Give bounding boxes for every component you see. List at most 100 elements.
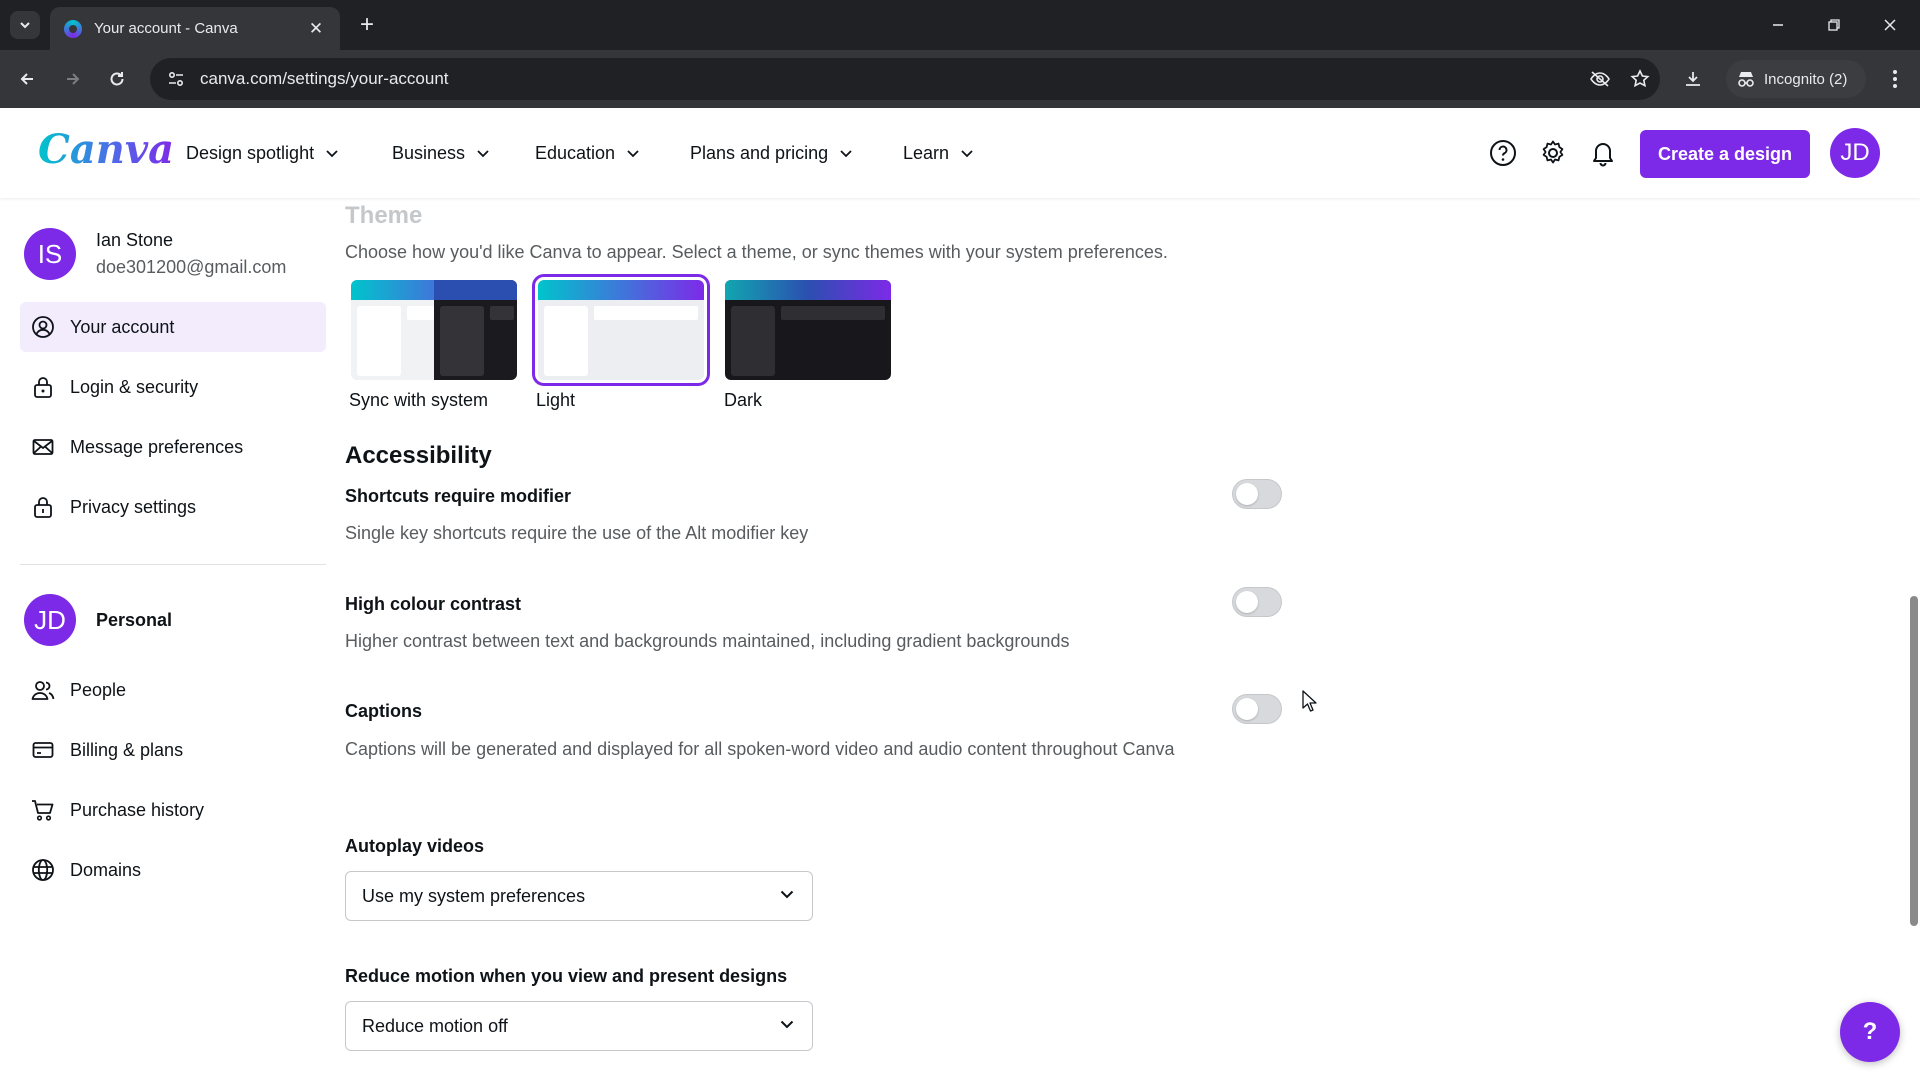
sidebar-item-label: Message preferences	[70, 436, 244, 457]
header-avatar[interactable]: JD	[1830, 128, 1880, 178]
sidebar-item-message-preferences[interactable]: Message preferences	[20, 422, 326, 472]
shortcuts-modifier-toggle[interactable]	[1232, 479, 1282, 509]
user-profile: IS Ian Stone doe301200@gmail.com	[24, 228, 286, 280]
download-button[interactable]	[1678, 64, 1708, 94]
nav-design-spotlight[interactable]: Design spotlight	[186, 138, 340, 168]
user-avatar: IS	[24, 228, 76, 280]
chevron-down-icon	[475, 145, 491, 161]
browser-tab-bar: Your account - Canva ✕ +	[0, 0, 1920, 50]
canva-favicon-icon	[64, 19, 82, 38]
lock-icon	[30, 374, 56, 400]
setting-title-reduce-motion: Reduce motion when you view and present …	[345, 966, 788, 986]
user-circle-icon	[30, 314, 56, 340]
sidebar-divider	[20, 564, 326, 565]
nav-label: Business	[392, 142, 466, 163]
setting-title-shortcuts: Shortcuts require modifier	[345, 486, 572, 506]
team-switcher[interactable]: JD Personal	[24, 594, 172, 646]
privacy-lock-icon	[30, 494, 56, 520]
restore-icon	[1828, 19, 1840, 31]
reduce-motion-select-value: Reduce motion off	[362, 1015, 508, 1036]
nav-business[interactable]: Business	[392, 138, 491, 168]
eye-off-icon[interactable]	[1580, 58, 1620, 100]
accessibility-heading: Accessibility	[345, 442, 492, 469]
theme-option-dark[interactable]	[725, 280, 891, 380]
captions-toggle[interactable]	[1232, 694, 1282, 724]
minimize-button[interactable]	[1758, 10, 1798, 40]
restore-button[interactable]	[1814, 10, 1854, 40]
site-header: Canva Design spotlight Business Educatio…	[0, 108, 1920, 198]
chevron-down-icon	[625, 145, 641, 161]
sidebar-item-label: Login & security	[70, 376, 199, 397]
create-design-button[interactable]: Create a design	[1640, 130, 1810, 178]
tab-search-button[interactable]	[10, 11, 40, 39]
reload-button[interactable]	[102, 64, 132, 94]
bell-icon[interactable]	[1585, 135, 1621, 171]
browser-tab[interactable]: Your account - Canva ✕	[50, 7, 340, 50]
tab-close-icon[interactable]: ✕	[306, 19, 326, 39]
theme-option-light[interactable]	[532, 274, 710, 386]
settings-gear-icon[interactable]	[1535, 135, 1571, 171]
nav-education[interactable]: Education	[535, 138, 641, 168]
incognito-indicator[interactable]: Incognito (2)	[1726, 60, 1866, 98]
nav-label: Design spotlight	[186, 142, 315, 163]
nav-learn[interactable]: Learn	[903, 138, 975, 168]
chevron-down-icon	[20, 22, 30, 29]
canva-logo[interactable]: Canva	[38, 126, 174, 173]
dark-theme-preview	[725, 280, 891, 380]
arrow-left-icon	[20, 73, 33, 85]
setting-title-captions: Captions	[345, 701, 423, 721]
new-tab-button[interactable]: +	[352, 10, 382, 40]
setting-desc-high-contrast: Higher contrast between text and backgro…	[345, 631, 1070, 651]
sidebar-item-billing-plans[interactable]: Billing & plans	[20, 725, 326, 775]
chevron-down-icon	[778, 885, 796, 908]
back-button[interactable]	[12, 64, 42, 94]
sidebar-item-your-account[interactable]: Your account	[20, 302, 326, 352]
tab-title: Your account - Canva	[94, 20, 238, 37]
high-contrast-toggle[interactable]	[1232, 587, 1282, 617]
setting-desc-shortcuts: Single key shortcuts require the use of …	[345, 523, 809, 543]
sidebar-item-purchase-history[interactable]: Purchase history	[20, 785, 326, 835]
settings-sidebar: IS Ian Stone doe301200@gmail.com Your ac…	[0, 198, 340, 1080]
theme-label-light: Light	[536, 390, 576, 410]
sidebar-item-label: Billing & plans	[70, 739, 184, 760]
forward-button[interactable]	[58, 64, 88, 94]
scrollbar-thumb[interactable]	[1910, 596, 1918, 926]
reload-icon	[110, 72, 124, 86]
incognito-label: Incognito (2)	[1764, 70, 1848, 88]
nav-label: Learn	[903, 142, 950, 163]
setting-desc-captions: Captions will be generated and displayed…	[345, 739, 1175, 759]
nav-plans-and-pricing[interactable]: Plans and pricing	[690, 138, 854, 168]
sidebar-item-domains[interactable]: Domains	[20, 845, 326, 895]
bookmark-star-icon[interactable]	[1620, 58, 1660, 100]
sidebar-item-login-security[interactable]: Login & security	[20, 362, 326, 412]
user-name: Ian Stone	[96, 230, 174, 250]
site-info-icon[interactable]	[156, 58, 196, 100]
theme-label-sync: Sync with system	[349, 390, 489, 410]
people-icon	[30, 677, 56, 703]
browser-menu-button[interactable]	[1880, 64, 1910, 94]
chevron-down-icon	[778, 1015, 796, 1038]
team-name: Personal	[96, 609, 173, 630]
address-bar[interactable]: canva.com/settings/your-account	[150, 58, 1660, 100]
sidebar-item-privacy-settings[interactable]: Privacy settings	[20, 482, 326, 532]
more-vertical-icon	[1893, 70, 1897, 88]
theme-description: Choose how you'd like Canva to appear. S…	[345, 242, 1168, 262]
nav-label: Education	[535, 142, 616, 163]
sidebar-item-label: Domains	[70, 859, 142, 880]
autoplay-select[interactable]: Use my system preferences	[345, 871, 813, 921]
help-fab-button[interactable]: ?	[1840, 1002, 1900, 1062]
sidebar-item-people[interactable]: People	[20, 665, 326, 715]
nav-label: Plans and pricing	[690, 142, 829, 163]
close-window-button[interactable]	[1870, 10, 1910, 40]
sidebar-item-label: Purchase history	[70, 799, 205, 820]
browser-toolbar: canva.com/settings/your-account Incognit…	[0, 50, 1920, 108]
sync-theme-preview	[351, 280, 517, 380]
help-icon[interactable]	[1485, 135, 1521, 171]
reduce-motion-select[interactable]: Reduce motion off	[345, 1001, 813, 1051]
sidebar-item-label: Privacy settings	[70, 496, 197, 517]
light-theme-preview	[538, 280, 704, 380]
theme-heading: Theme	[345, 202, 423, 229]
url-text[interactable]: canva.com/settings/your-account	[200, 69, 1580, 89]
theme-option-sync[interactable]	[351, 280, 517, 380]
autoplay-select-value: Use my system preferences	[362, 885, 586, 906]
